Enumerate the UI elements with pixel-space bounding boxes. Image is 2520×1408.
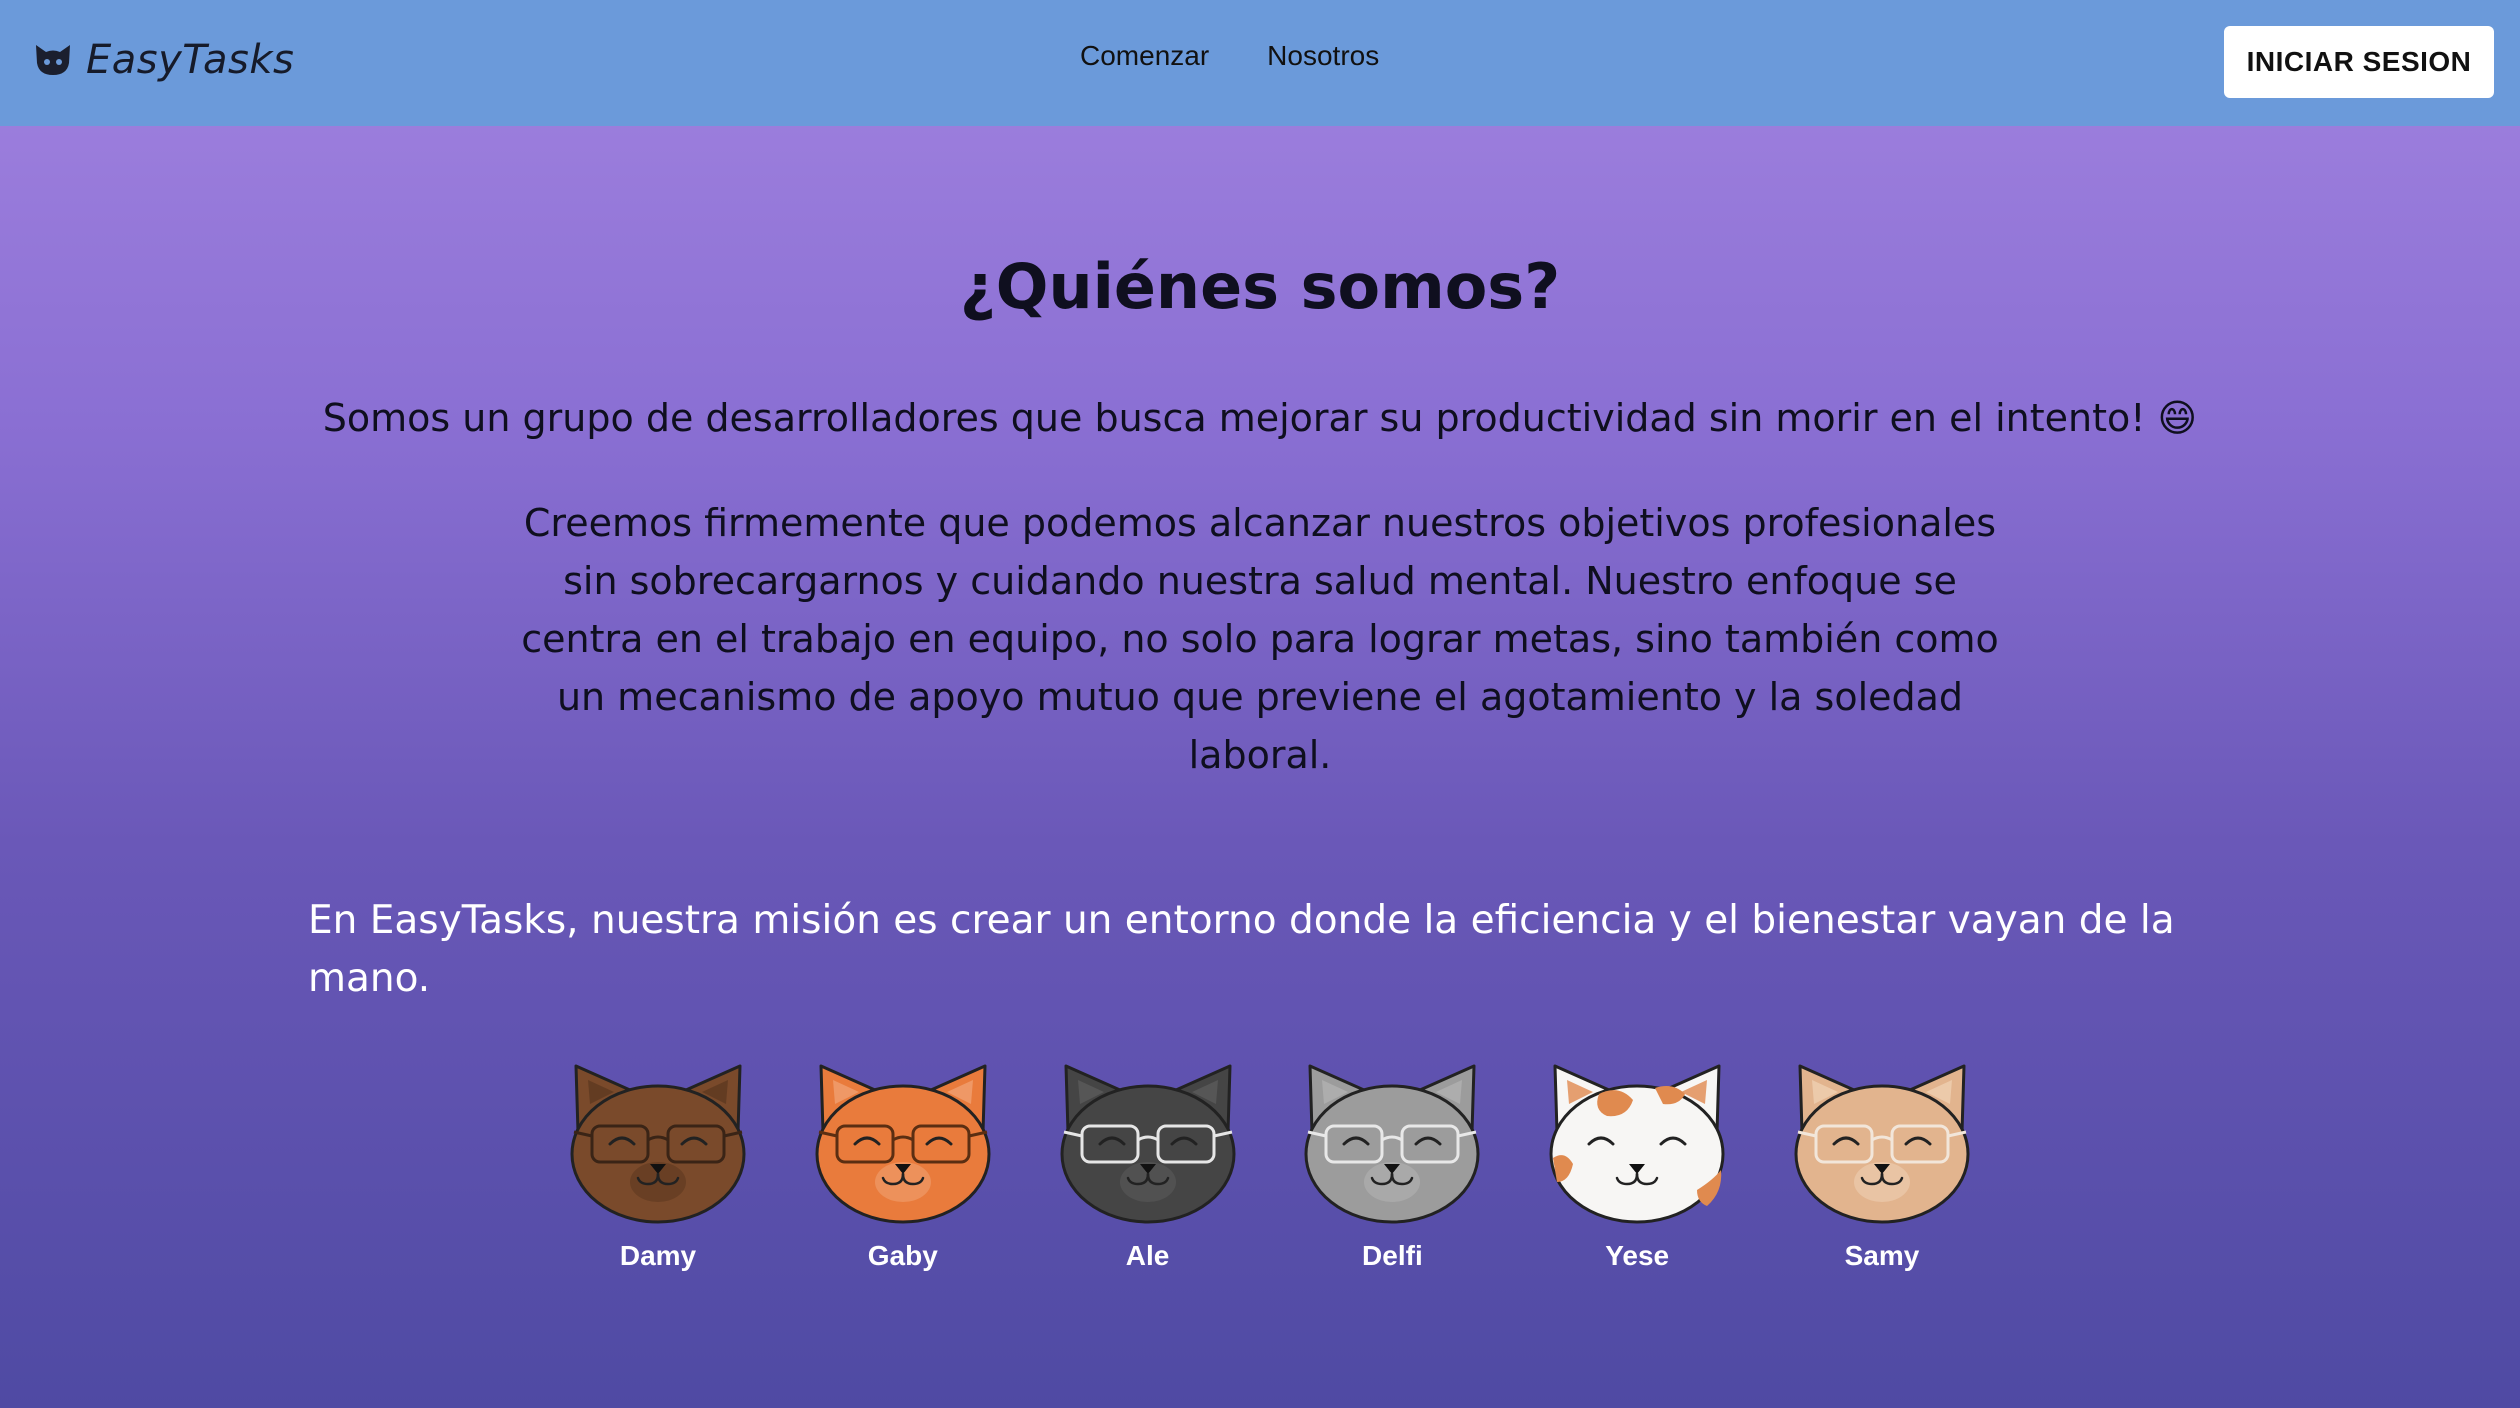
member-name: Damy — [619, 1240, 697, 1271]
cat-avatar-icon — [1549, 1064, 1725, 1224]
about-description: Creemos firmemente que podemos alcanzar … — [521, 501, 1999, 777]
navbar: EasyTasks Comenzar Nosotros INICIAR SESI… — [0, 0, 2520, 126]
cat-face-icon — [36, 45, 70, 75]
member-name: Ale — [1125, 1240, 1170, 1271]
member-name: Delfi — [1362, 1240, 1423, 1271]
page-title: ¿Quiénes somos? — [959, 250, 1561, 323]
team-member: Damy — [560, 1060, 756, 1272]
team-list: Damy Gaby Ale Delfi Yese Samy — [560, 1060, 1980, 1272]
cat-avatar-icon — [570, 1064, 746, 1224]
cat-avatar-icon — [1304, 1064, 1480, 1224]
team-member: Samy — [1784, 1060, 1980, 1272]
team-member: Gaby — [805, 1060, 1001, 1272]
intro-text: Somos un grupo de desarrolladores que bu… — [322, 396, 2198, 440]
team-member: Delfi — [1294, 1060, 1490, 1272]
brand-name: EasyTasks — [86, 37, 295, 83]
mission-statement: En EasyTasks, nuestra misión es crear un… — [308, 898, 2175, 1001]
cat-avatar-icon — [1794, 1064, 1970, 1224]
team-member: Yese — [1539, 1060, 1735, 1272]
cat-avatar-icon — [815, 1064, 991, 1224]
nav-link-comenzar[interactable]: Comenzar — [1080, 40, 1209, 72]
brand[interactable]: EasyTasks — [34, 30, 294, 90]
cat-avatar-icon — [1060, 1064, 1236, 1224]
main-nav: Comenzar Nosotros — [1080, 40, 1379, 72]
member-name: Samy — [1844, 1240, 1920, 1271]
nav-link-nosotros[interactable]: Nosotros — [1267, 40, 1379, 72]
member-name: Yese — [1605, 1240, 1670, 1271]
team-member: Ale — [1050, 1060, 1246, 1272]
login-button[interactable]: INICIAR SESION — [2224, 26, 2494, 98]
member-name: Gaby — [867, 1240, 938, 1271]
